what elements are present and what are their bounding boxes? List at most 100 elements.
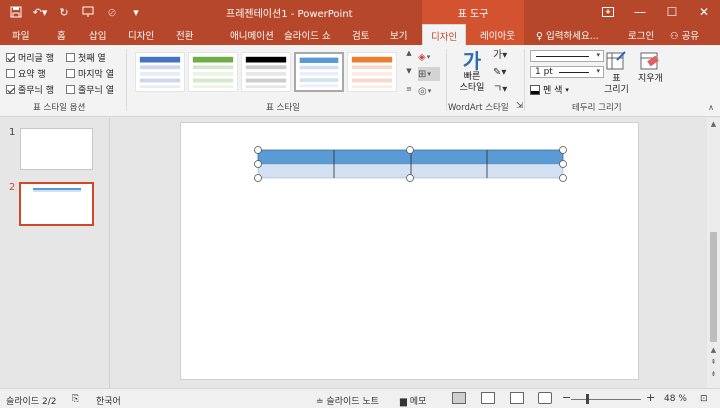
person-icon: ⚇: [670, 31, 679, 42]
zoom-out-icon[interactable]: −: [562, 391, 571, 404]
table-style-lightblue-selected[interactable]: [294, 52, 344, 92]
option-banded-rows[interactable]: 줄무늬 행: [6, 83, 54, 96]
group-separator: [126, 49, 127, 111]
gallery-more-icon[interactable]: ≡: [406, 85, 412, 93]
tab-slideshow[interactable]: 슬라이드 쇼: [284, 28, 331, 42]
pen-style-dropdown[interactable]: ▾: [530, 50, 604, 62]
text-outline-icon[interactable]: ✎▾: [493, 66, 507, 80]
notes-button[interactable]: ≐ 슬라이드 노트: [316, 394, 379, 407]
redo-icon[interactable]: ↻: [54, 3, 74, 21]
option-header-row[interactable]: 머리글 행: [6, 51, 54, 64]
slide-thumbnail-1[interactable]: [20, 128, 93, 170]
borders-button[interactable]: ⊞ ▾: [418, 67, 440, 81]
table-shading-controls: ◈ ▾ ⊞ ▾ ◎ ▾: [418, 50, 440, 98]
pen-weight-dropdown[interactable]: 1 pt ▾: [530, 66, 604, 78]
effects-icon: ◎: [418, 85, 427, 97]
maximize-icon[interactable]: ☐: [656, 0, 688, 24]
option-last-column[interactable]: 마지막 열: [66, 67, 114, 80]
scroll-up-icon[interactable]: ▲: [707, 346, 720, 354]
checkbox-banded-columns[interactable]: [66, 85, 75, 94]
vertical-scrollbar[interactable]: ▲ ▲ ⇞ ⇟: [707, 118, 720, 388]
checkbox-first-column[interactable]: [66, 53, 75, 62]
wordart-dialog-launcher-icon[interactable]: ⇲: [516, 101, 523, 111]
table-style-black[interactable]: [241, 52, 291, 92]
pen-weight-value: 1 pt: [535, 67, 553, 77]
tab-file[interactable]: 파일: [12, 28, 29, 42]
table-style-orange[interactable]: [347, 52, 397, 92]
sign-in-link[interactable]: 로그인: [628, 28, 654, 42]
save-icon[interactable]: [6, 3, 26, 21]
slide-editor: [111, 118, 707, 388]
gallery-up-icon[interactable]: ▲: [406, 49, 411, 57]
tab-transitions[interactable]: 전환: [176, 28, 193, 42]
share-button[interactable]: ⚇ 공유: [670, 28, 699, 42]
spellcheck-icon[interactable]: ⎘: [72, 394, 79, 404]
quick-access-toolbar: ↶▾ ↻ ⊘ ▾: [6, 3, 146, 21]
slide-sorter-icon[interactable]: [481, 392, 495, 404]
undo-icon[interactable]: ↶▾: [30, 3, 50, 21]
effects-button[interactable]: ◎ ▾: [418, 84, 440, 98]
thumbnail-table-preview: [33, 188, 81, 192]
scroll-up-icon[interactable]: ▲: [707, 120, 720, 128]
quick-styles-button[interactable]: 가 빠른 스타일: [454, 50, 490, 94]
checkbox-last-column[interactable]: [66, 69, 75, 78]
tab-insert[interactable]: 삽입: [89, 28, 106, 42]
tab-animations[interactable]: 애니메이션: [230, 28, 274, 42]
touch-mode-icon[interactable]: ⊘: [102, 3, 122, 21]
slide-canvas[interactable]: [180, 122, 639, 380]
tell-me-search[interactable]: ♀ 입력하세요...: [536, 28, 599, 42]
pen-color-button[interactable]: 펜 색 ▾: [530, 83, 569, 96]
slideshow-view-icon[interactable]: [538, 392, 552, 404]
tab-table-layout[interactable]: 레이아웃: [480, 28, 515, 42]
tab-view[interactable]: 보기: [390, 28, 407, 42]
table-styles-gallery: [130, 48, 414, 96]
slide-thumbnail-2[interactable]: [19, 182, 94, 226]
zoom-in-icon[interactable]: +: [646, 391, 655, 404]
notes-label: 슬라이드 노트: [326, 397, 379, 407]
tab-design[interactable]: 디자인: [128, 28, 154, 42]
draw-table-button[interactable]: 표 그리기: [604, 50, 629, 96]
ribbon-display-icon[interactable]: [592, 0, 624, 24]
table-style-blue[interactable]: [135, 52, 185, 92]
option-banded-columns[interactable]: 줄무늬 열: [66, 83, 114, 96]
zoom-slider[interactable]: [571, 399, 641, 400]
text-effects-icon[interactable]: ㄱ▾: [493, 83, 507, 97]
reading-view-icon[interactable]: [510, 392, 524, 404]
eraser-button[interactable]: 지우개: [638, 50, 663, 85]
text-fill-icon[interactable]: 가▾: [493, 49, 507, 63]
scroll-thumb[interactable]: [710, 232, 717, 342]
checkbox-banded-rows[interactable]: [6, 85, 15, 94]
tab-review[interactable]: 검토: [352, 28, 369, 42]
quick-styles-label-line1: 빠른: [463, 72, 481, 82]
previous-slide-icon[interactable]: ⇞: [707, 358, 720, 366]
option-total-row[interactable]: 요약 행: [6, 67, 46, 80]
start-slideshow-icon[interactable]: [78, 3, 98, 21]
shading-button[interactable]: ◈ ▾: [418, 50, 440, 64]
language-indicator[interactable]: 한국어: [96, 394, 121, 407]
next-slide-icon[interactable]: ⇟: [707, 370, 720, 378]
table-style-green[interactable]: [188, 52, 238, 92]
checkbox-total-row[interactable]: [6, 69, 15, 78]
table-object[interactable]: [181, 123, 640, 381]
close-icon[interactable]: ✕: [688, 0, 720, 24]
option-banded-rows-label: 줄무늬 행: [18, 86, 54, 96]
normal-view-icon[interactable]: [452, 392, 466, 404]
option-first-column[interactable]: 첫째 열: [66, 51, 106, 64]
zoom-slider-thumb[interactable]: [586, 394, 589, 404]
slide-number: 2: [9, 182, 16, 193]
paint-bucket-icon: ◈: [418, 51, 426, 63]
eraser-icon: [639, 50, 661, 72]
minimize-icon[interactable]: —: [624, 0, 656, 24]
lightbulb-icon: ♀: [536, 31, 543, 42]
zoom-level[interactable]: 48 %: [664, 394, 687, 404]
customize-qat-icon[interactable]: ▾: [126, 3, 146, 21]
group-label-draw-borders: 테두리 그리기: [572, 103, 622, 113]
comments-button[interactable]: ▆ 메모: [400, 394, 426, 407]
draw-table-label-line2: 그리기: [604, 85, 629, 95]
fit-to-window-icon[interactable]: ⊡: [700, 394, 708, 404]
gallery-down-icon[interactable]: ▼: [406, 67, 411, 75]
checkbox-header-row[interactable]: [6, 53, 15, 62]
tab-table-design[interactable]: 디자인: [422, 24, 467, 45]
collapse-ribbon-icon[interactable]: ∧: [708, 103, 714, 112]
tab-home[interactable]: 홈: [57, 28, 66, 42]
